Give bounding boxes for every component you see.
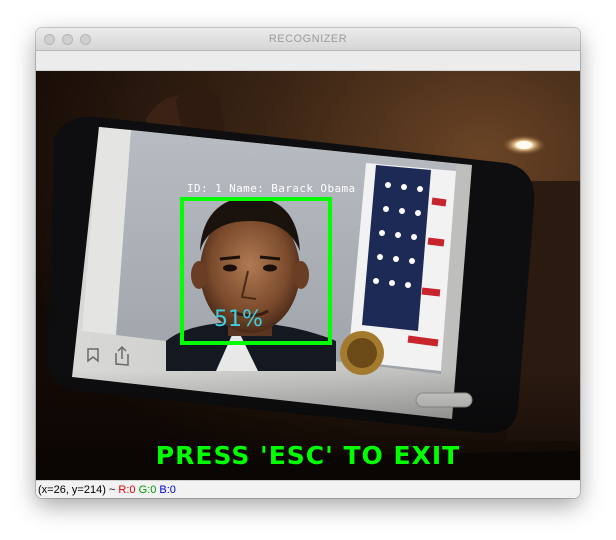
title-bar: RECOGNIZER: [36, 28, 580, 51]
confidence-label: 51%: [214, 307, 263, 332]
pixel-blue-value: B:0: [159, 484, 176, 496]
exit-instruction: PRESS 'ESC' TO EXIT: [155, 441, 461, 470]
video-canvas[interactable]: ID: 1 Name: Barack Obama 51% PRESS 'ESC'…: [36, 71, 580, 480]
identity-label: ID: 1 Name: Barack Obama: [187, 182, 356, 195]
pixel-red-value: R:0: [118, 484, 136, 496]
cursor-coordinates: (x=26, y=214) ~: [38, 484, 119, 496]
pixel-green-value: G:0: [138, 484, 157, 496]
recognizer-window: RECOGNIZER ID: 1 Name: Barack Obama 51% …: [36, 28, 580, 498]
status-bar: (x=26, y=214) ~ R:0 G:0 B:0: [36, 480, 580, 498]
window-title: RECOGNIZER: [268, 33, 348, 45]
toolbar: [36, 51, 580, 71]
